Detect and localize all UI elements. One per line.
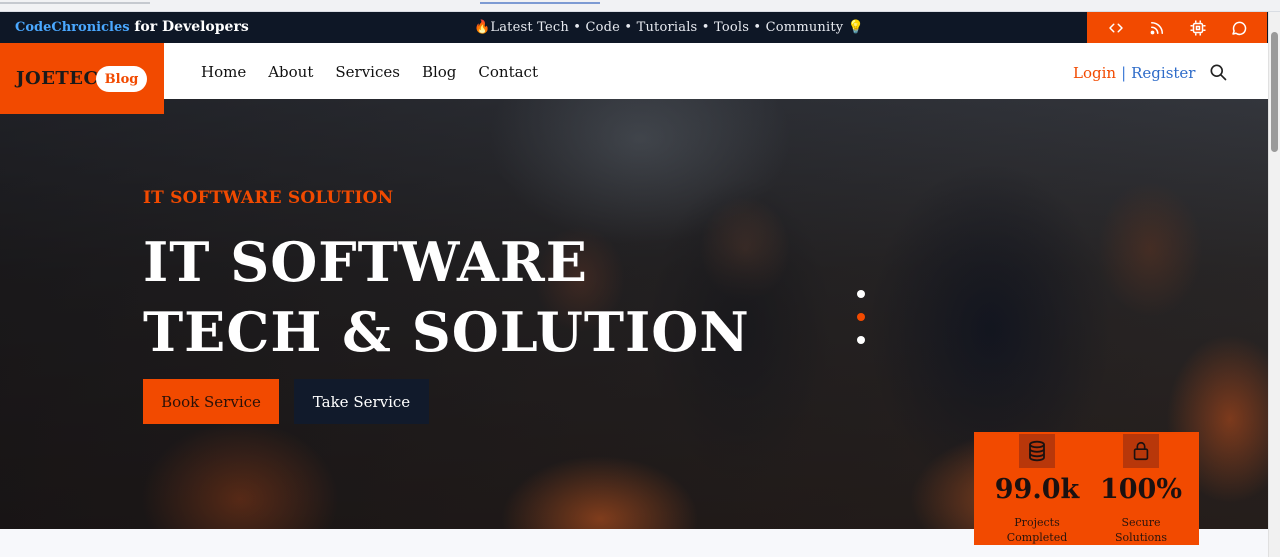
lock-icon — [1123, 434, 1159, 468]
browser-top-strip — [0, 0, 1280, 12]
topbar-ticker: 🔥Latest Tech • Code • Tutorials • Tools … — [474, 20, 865, 35]
slider-dot[interactable] — [857, 336, 865, 344]
strip-line — [0, 2, 150, 4]
login-link[interactable]: Login — [1073, 64, 1116, 82]
slider-dots — [857, 290, 865, 344]
hero-title-line-2: TECH & SOLUTION — [143, 300, 750, 364]
stats-card: 99.0k Projects Completed 100% Secure Sol… — [974, 432, 1199, 545]
stat-label: Secure Solutions — [1086, 515, 1196, 545]
stat-value: 100% — [1099, 474, 1182, 505]
logo-text: JOETEC — [16, 68, 99, 89]
search-icon[interactable] — [1208, 62, 1230, 84]
stat-value: 99.0k — [994, 474, 1080, 505]
slider-dot-active[interactable] — [857, 313, 865, 321]
stat-label-line: Secure — [1121, 516, 1161, 529]
nav-link-about[interactable]: About — [268, 63, 313, 81]
rss-icon[interactable] — [1146, 17, 1168, 39]
code-icon[interactable] — [1105, 17, 1127, 39]
stat-projects: 99.0k Projects Completed — [974, 432, 1086, 545]
nav-link-blog[interactable]: Blog — [422, 63, 456, 81]
stat-security: 100% Secure Solutions — [1086, 432, 1198, 545]
take-service-button[interactable]: Take Service — [294, 379, 429, 424]
auth-separator: | — [1121, 64, 1127, 82]
stat-label-line: Completed — [1006, 531, 1068, 544]
logo-badge: Blog — [96, 66, 147, 92]
auth-links: Login | Register — [1073, 64, 1195, 82]
topbar-brand[interactable]: CodeChronicles for Developers — [15, 19, 249, 35]
nav-link-contact[interactable]: Contact — [478, 63, 538, 81]
stat-label-line: Projects — [1014, 516, 1060, 529]
top-bar: CodeChronicles for Developers 🔥Latest Te… — [0, 12, 1268, 43]
database-icon — [1019, 434, 1055, 468]
brand-accent: CodeChronicles — [15, 20, 130, 35]
stat-label: Projects Completed — [974, 515, 1100, 545]
nav-links: Home About Services Blog Contact — [201, 63, 560, 81]
hero-title-line-1: IT SOFTWARE — [143, 230, 588, 294]
stat-label-line: Solutions — [1114, 531, 1168, 544]
topbar-icon-group — [1087, 12, 1267, 43]
book-service-button[interactable]: Book Service — [143, 379, 279, 424]
chat-icon[interactable] — [1228, 17, 1250, 39]
scrollbar-thumb[interactable] — [1271, 32, 1278, 152]
register-link[interactable]: Register — [1131, 64, 1195, 82]
site-logo[interactable]: JOETEC Blog — [0, 43, 164, 114]
brand-rest: for Developers — [129, 19, 249, 35]
nav-link-services[interactable]: Services — [335, 63, 400, 81]
nav-link-home[interactable]: Home — [201, 63, 246, 81]
strip-link-line — [480, 2, 600, 4]
chip-icon[interactable] — [1187, 17, 1209, 39]
slider-dot[interactable] — [857, 290, 865, 298]
hero-subtitle: IT SOFTWARE SOLUTION — [143, 188, 394, 208]
page-scrollbar[interactable] — [1268, 12, 1280, 557]
hero-title: IT SOFTWARE TECH & SOLUTION — [143, 227, 750, 367]
